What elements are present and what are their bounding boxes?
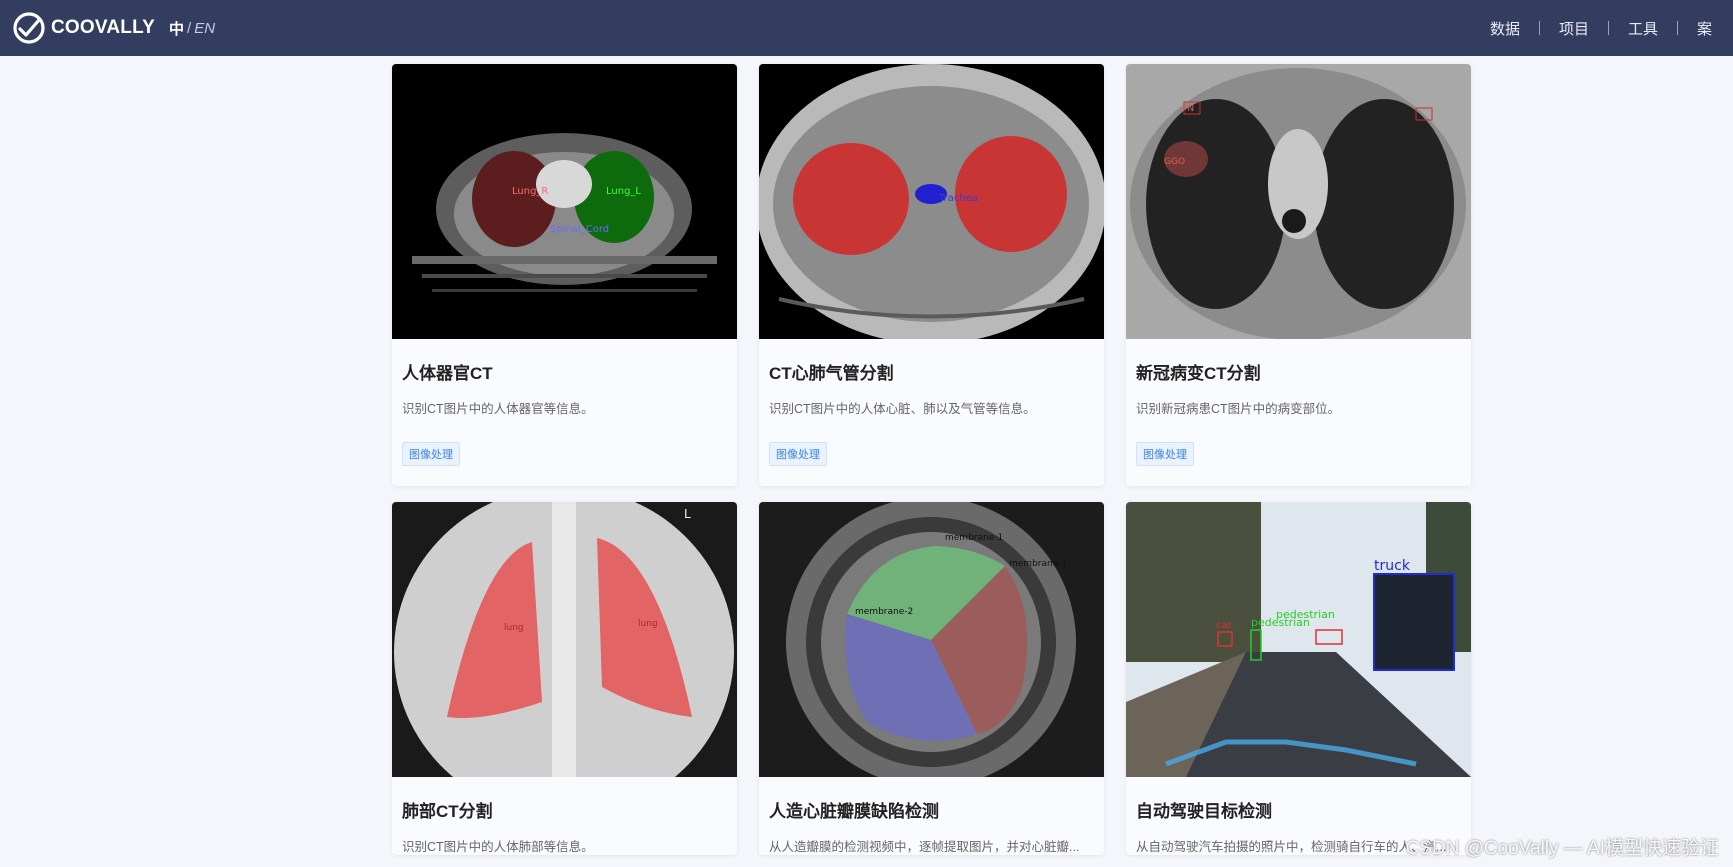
nav-divider [1677, 21, 1679, 35]
autonomous-driving-thumbnail: truck car pedestrian pedestrian [1126, 502, 1471, 777]
project-card[interactable]: membrane-1 membrane-1 membrane-2 人造心脏瓣膜缺… [759, 502, 1104, 855]
language-switcher: 中 / EN [169, 18, 215, 39]
image-label: lung [504, 623, 524, 633]
project-card[interactable]: GGO PN 新冠病变CT分割 识别新冠病患CT图片中的病变部位。 图像处理 [1126, 64, 1471, 486]
lang-en-option[interactable]: EN [194, 20, 215, 37]
card-description: 从人造瓣膜的检测视频中，逐帧提取图片，并对心脏瓣... [769, 840, 1080, 854]
image-label: Spinal_Cord [550, 224, 609, 235]
image-label: Trachea [938, 193, 978, 204]
project-card[interactable]: L lung lung 肺部CT分割 识别CT图片中的人体肺部等信息。 [392, 502, 737, 855]
image-label: membrane-1 [1009, 559, 1067, 569]
image-label: Lung_L [606, 186, 641, 197]
project-card[interactable]: Lung_R Lung_L Spinal_Cord 人体器官CT 识别CT图片中… [392, 64, 737, 486]
nav-divider [1608, 21, 1610, 35]
image-label: membrane-1 [945, 533, 1003, 543]
project-card[interactable]: Trachea CT心肺气管分割 识别CT图片中的人体心脏、肺以及气管等信息。 … [759, 64, 1104, 486]
card-description: 识别CT图片中的人体心脏、肺以及气管等信息。 [769, 402, 1036, 416]
top-nav-bar: COOVALLY 中 / EN 数据 项目 工具 案 [0, 0, 1733, 56]
card-title: 肺部CT分割 [402, 802, 493, 821]
lang-zh-option[interactable]: 中 [169, 18, 184, 39]
watermark: CSDN @CooVally — AI模型快速验证 [1405, 838, 1720, 859]
card-description: 识别CT图片中的人体器官等信息。 [402, 402, 594, 416]
project-card[interactable]: truck car pedestrian pedestrian 自动驾驶目标检测… [1126, 502, 1471, 855]
image-label: GGO [1164, 157, 1185, 167]
coovally-logo-icon [13, 12, 45, 44]
card-title: 人造心脏瓣膜缺陷检测 [769, 802, 939, 821]
category-tag[interactable]: 图像处理 [1136, 442, 1194, 466]
brand-name: COOVALLY [51, 17, 156, 38]
nav-item-projects[interactable]: 项目 [1559, 18, 1589, 39]
card-title: CT心肺气管分割 [769, 364, 894, 383]
brand-logo[interactable]: COOVALLY [12, 11, 155, 45]
image-label: lung [638, 619, 658, 629]
main-nav: 数据 项目 工具 案 [1490, 0, 1712, 56]
card-description: 识别CT图片中的人体肺部等信息。 [402, 840, 594, 854]
card-title: 自动驾驶目标检测 [1136, 802, 1272, 821]
cardio-pulmonary-ct-thumbnail: Trachea [759, 64, 1104, 339]
category-tag[interactable]: 图像处理 [402, 442, 460, 466]
image-label: pedestrian [1276, 608, 1335, 621]
image-label: PN [1182, 104, 1194, 114]
heart-valve-thumbnail: membrane-1 membrane-1 membrane-2 [759, 502, 1104, 777]
covid-lesion-ct-thumbnail: GGO PN [1126, 64, 1471, 339]
lang-separator: / [187, 19, 192, 37]
image-label: L [684, 507, 691, 521]
nav-item-data[interactable]: 数据 [1490, 18, 1520, 39]
nav-item-cases[interactable]: 案 [1697, 18, 1712, 39]
lung-xray-thumbnail: L lung lung [392, 502, 737, 777]
card-title: 新冠病变CT分割 [1136, 364, 1261, 383]
card-title: 人体器官CT [402, 364, 493, 383]
nav-divider [1539, 21, 1541, 35]
card-description: 识别新冠病患CT图片中的病变部位。 [1136, 402, 1341, 416]
image-label: Lung_R [512, 186, 548, 197]
nav-item-tools[interactable]: 工具 [1628, 18, 1658, 39]
image-label: membrane-2 [855, 607, 913, 617]
organ-ct-thumbnail: Lung_R Lung_L Spinal_Cord [392, 64, 737, 339]
category-tag[interactable]: 图像处理 [769, 442, 827, 466]
image-label: car [1216, 620, 1233, 631]
image-label: truck [1374, 558, 1411, 574]
